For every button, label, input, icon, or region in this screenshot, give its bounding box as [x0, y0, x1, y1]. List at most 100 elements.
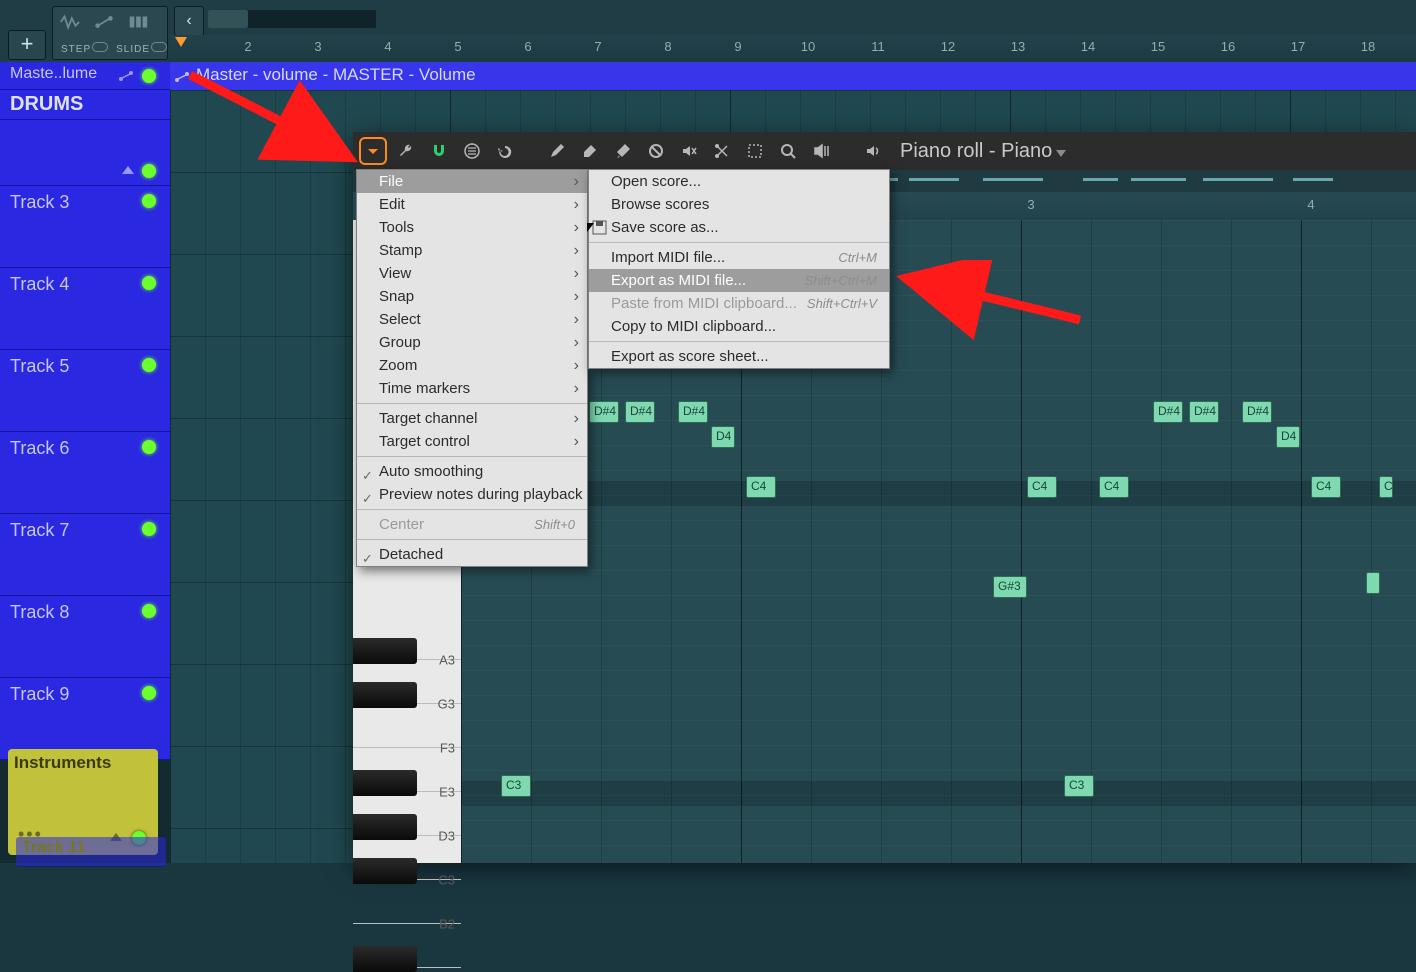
menu-item[interactable]: Tools: [357, 216, 587, 239]
track-master-automation[interactable]: Maste..lume: [0, 62, 170, 90]
track-row[interactable]: Track 7: [0, 514, 170, 596]
expand-icon[interactable]: [122, 166, 134, 174]
black-key[interactable]: [353, 858, 417, 884]
scrollbar-thumb[interactable]: [208, 10, 248, 28]
drums-group-body[interactable]: [0, 120, 170, 186]
piano-roll-menu-button[interactable]: [359, 137, 387, 165]
menu-item[interactable]: ✓Auto smoothing: [357, 460, 587, 483]
midi-note[interactable]: D#4: [625, 401, 655, 423]
black-key[interactable]: [353, 682, 417, 708]
midi-note[interactable]: D4: [1276, 426, 1300, 448]
magnet-icon[interactable]: [425, 137, 453, 165]
menu-item[interactable]: Open score...: [589, 170, 889, 193]
delete-tool-icon[interactable]: [642, 137, 670, 165]
menu-separator: [357, 456, 587, 457]
wrench-icon[interactable]: [392, 137, 420, 165]
midi-note[interactable]: C4: [1099, 476, 1129, 498]
midi-note[interactable]: C4: [746, 476, 776, 498]
menu-item[interactable]: Copy to MIDI clipboard...: [589, 315, 889, 338]
black-key[interactable]: [353, 770, 417, 796]
draw-tool-icon[interactable]: [543, 137, 571, 165]
menu-item[interactable]: Target channel: [357, 407, 587, 430]
piano-roll-main-menu: File Edit ToolsStampViewSnapSelectGroupZoo…: [356, 169, 588, 567]
midi-note[interactable]: [1366, 572, 1380, 594]
slide-mode-toggle[interactable]: SLIDE: [116, 42, 167, 55]
menu-item[interactable]: ✓Preview notes during playback: [357, 483, 587, 506]
black-key[interactable]: [353, 814, 417, 840]
track-row[interactable]: Track 6: [0, 432, 170, 514]
track-enable-led[interactable]: [142, 276, 156, 290]
paint-tool-icon[interactable]: [576, 137, 604, 165]
midi-note[interactable]: C4: [1311, 476, 1341, 498]
track-row[interactable]: Track 9: [0, 678, 170, 760]
midi-note[interactable]: C3: [1064, 775, 1094, 797]
list-icon[interactable]: [458, 137, 486, 165]
track-enable-led[interactable]: [142, 164, 156, 178]
track-enable-led[interactable]: [142, 358, 156, 372]
midi-note[interactable]: G#3: [993, 576, 1027, 598]
playback-tool-icon[interactable]: [807, 137, 835, 165]
add-pattern-button[interactable]: +: [8, 30, 46, 60]
drums-group-header[interactable]: DRUMS: [0, 90, 170, 120]
black-key[interactable]: [353, 946, 417, 972]
menu-item[interactable]: Time markers: [357, 377, 587, 400]
piano-roll-title[interactable]: Piano roll - Piano: [900, 140, 1066, 163]
slice-tool-icon[interactable]: [708, 137, 736, 165]
playhead-marker[interactable]: [175, 37, 187, 47]
track-enable-led[interactable]: [142, 686, 156, 700]
midi-note[interactable]: D#4: [1189, 401, 1219, 423]
select-tool-icon[interactable]: [741, 137, 769, 165]
undo-icon[interactable]: [491, 137, 519, 165]
group-label: Instruments: [14, 753, 111, 773]
speaker-icon[interactable]: [859, 137, 887, 165]
track-row[interactable]: Track 4: [0, 268, 170, 350]
ruler-number: 12: [941, 39, 955, 54]
menu-item[interactable]: Edit: [357, 193, 587, 216]
track-row[interactable]: Track 3: [0, 186, 170, 268]
track-enable-led[interactable]: [142, 194, 156, 208]
brush-tool-icon[interactable]: [609, 137, 637, 165]
zoom-tool-icon[interactable]: [774, 137, 802, 165]
playlist-h-scrollbar[interactable]: [208, 10, 376, 28]
midi-note[interactable]: C4: [1379, 476, 1393, 498]
black-key[interactable]: [353, 638, 417, 664]
track-row[interactable]: Track 8: [0, 596, 170, 678]
playlist-ruler[interactable]: 23456789101112131415161718: [170, 35, 1416, 62]
instruments-group[interactable]: Instruments ••• Track 11: [8, 749, 158, 855]
track-enable-led[interactable]: [142, 604, 156, 618]
menu-item[interactable]: Import MIDI file...Ctrl+M: [589, 246, 889, 269]
menu-item-label: Open score...: [611, 173, 701, 190]
track-enable-led[interactable]: [142, 69, 156, 83]
mute-tool-icon[interactable]: [675, 137, 703, 165]
menu-item[interactable]: Target control: [357, 430, 587, 453]
midi-note[interactable]: D#4: [1153, 401, 1183, 423]
menu-item[interactable]: File: [357, 170, 587, 193]
track-label: Track 9: [10, 684, 69, 705]
midi-note[interactable]: D#4: [678, 401, 708, 423]
step-mode-toggle[interactable]: STEP: [61, 42, 108, 55]
midi-note[interactable]: C3: [501, 775, 531, 797]
menu-item[interactable]: Zoom: [357, 354, 587, 377]
menu-item[interactable]: Export as MIDI file...Shift+Ctrl+M: [589, 269, 889, 292]
menu-item[interactable]: Group: [357, 331, 587, 354]
menu-item[interactable]: Browse scores: [589, 193, 889, 216]
key-label: A3: [439, 653, 455, 668]
midi-note[interactable]: D4: [711, 426, 735, 448]
menu-item[interactable]: Select: [357, 308, 587, 331]
menu-item[interactable]: Stamp: [357, 239, 587, 262]
menu-item[interactable]: View: [357, 262, 587, 285]
track-enable-led[interactable]: [142, 440, 156, 454]
menu-item[interactable]: Save score as...: [589, 216, 889, 239]
midi-note[interactable]: D#4: [1242, 401, 1272, 423]
menu-item-label: Edit: [379, 196, 405, 213]
menu-item[interactable]: Export as score sheet...: [589, 345, 889, 368]
midi-note[interactable]: D#4: [589, 401, 619, 423]
cursor-icon: [587, 223, 594, 232]
track-enable-led[interactable]: [142, 522, 156, 536]
menu-item[interactable]: Snap: [357, 285, 587, 308]
track-row[interactable]: Track 5: [0, 350, 170, 432]
menu-item[interactable]: ✓Detached: [357, 543, 587, 566]
back-button[interactable]: ‹: [174, 6, 204, 36]
midi-note[interactable]: C4: [1027, 476, 1057, 498]
automation-clip-header[interactable]: Master - volume - MASTER - Volume: [170, 62, 1416, 90]
